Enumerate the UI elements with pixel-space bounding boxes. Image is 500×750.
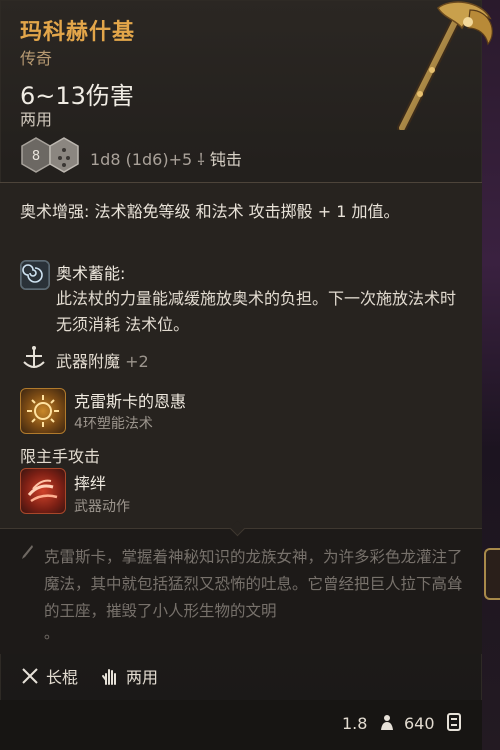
handedness: 两用	[20, 110, 53, 129]
dice-icon: 8	[21, 137, 79, 173]
spell-sun-icon[interactable]	[20, 388, 66, 434]
action-subtitle: 武器动作	[74, 499, 130, 515]
arcane-charge-description: 此法杖的力量能减缓施放奥术的负担。下一次施放法术时无须消耗 法术位。	[56, 289, 457, 334]
item-name: 玛科赫什基	[20, 20, 136, 45]
dice-value: 8	[32, 149, 40, 164]
spell-title: 克雷斯卡的恩惠	[74, 392, 187, 411]
trip-action-icon[interactable]	[20, 468, 66, 514]
hands-label: 两用	[126, 668, 159, 687]
weapon-enchant: 武器附魔 +2	[56, 348, 149, 372]
spell-subtitle: 4环塑能法术	[74, 416, 153, 432]
blunt-icon: ⸸	[197, 150, 205, 169]
enchant-icon	[23, 346, 45, 368]
lore-text-tail: 。	[44, 624, 60, 642]
weapon-enchant-label: 武器附魔	[56, 352, 121, 371]
arcane-charge-title: 奥术蓄能:	[56, 264, 126, 283]
side-ornament	[484, 548, 500, 600]
damage-type: 钝击	[209, 150, 242, 169]
staff-image	[397, 1, 493, 130]
crossed-staff-icon	[22, 668, 38, 684]
weapon-enchant-bonus: +2	[125, 352, 149, 371]
proficiency-weapon-type: 长棍	[20, 664, 78, 688]
arcane-spiral-icon	[20, 260, 50, 290]
weapon-type-label: 长棍	[46, 668, 79, 687]
item-value: 640	[404, 714, 435, 733]
dice-formula: 1d8 (1d6)+5	[90, 150, 193, 169]
lore-text: 克雷斯卡，掌握着神秘知识的龙族女神，为许多彩色龙灌注了魔法，其中就包括猛烈又恐怖…	[44, 548, 463, 620]
hand-icon	[102, 669, 116, 685]
item-rarity: 传奇	[20, 49, 53, 68]
damage-formula: 1d8 (1d6)+5 ⸸ 钝击	[90, 146, 242, 170]
action-title: 摔绊	[74, 474, 107, 493]
gold-coin-icon	[447, 713, 461, 731]
restriction-label: 限主手攻击	[20, 447, 101, 466]
proficiency-hands: 两用	[100, 664, 158, 688]
divider	[0, 182, 482, 183]
quill-icon	[22, 545, 33, 559]
weight-icon	[381, 715, 393, 730]
item-weight: 1.8	[342, 714, 368, 733]
arcane-enhancement: 奥术增强: 法术豁免等级 和法术 攻击掷骰 + 1 加值。	[20, 202, 400, 221]
